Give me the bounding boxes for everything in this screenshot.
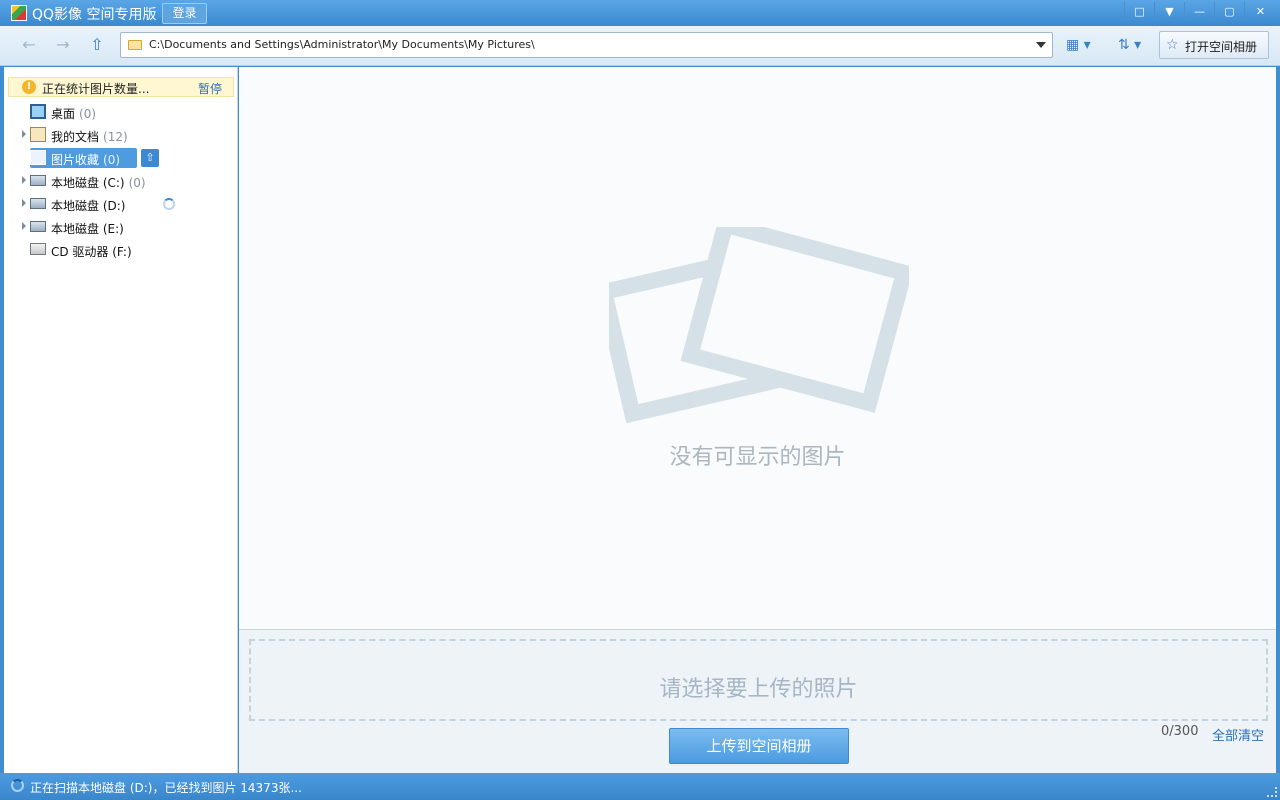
login-button[interactable]: 登录 (162, 3, 207, 24)
hard-disk-icon (30, 221, 46, 232)
chevron-down-icon[interactable] (1036, 42, 1046, 48)
toolbar: ← → ⇧ C:\Documents and Settings\Administ… (0, 26, 1280, 66)
tree-item-label: 本地磁盘 (D:) (51, 199, 126, 213)
app-window: QQ影像 空间专用版 登录 □ ▼ — ▢ ✕ ← → ⇧ C:\Documen… (0, 0, 1280, 800)
photo-view: 没有可显示的图片 (239, 67, 1276, 629)
title-bar: QQ影像 空间专用版 登录 □ ▼ — ▢ ✕ (0, 0, 1280, 26)
pause-link[interactable]: 暂停 (198, 80, 222, 97)
status-bar: 正在扫描本地磁盘 (D:)，已经找到图片 14373张... (0, 773, 1280, 800)
documents-icon (30, 127, 46, 142)
warning-icon: ! (22, 80, 36, 94)
hard-disk-icon (30, 175, 46, 186)
status-text: 正在扫描本地磁盘 (D:)，已经找到图片 14373张... (30, 781, 302, 795)
tree-item-disk-d[interactable]: 本地磁盘 (D:) (18, 194, 228, 214)
open-album-button[interactable]: ☆ 打开空间相册 (1159, 31, 1269, 59)
expand-arrow-icon[interactable] (22, 176, 26, 184)
expand-arrow-icon[interactable] (22, 199, 26, 207)
hard-disk-icon (30, 198, 46, 209)
clear-all-link[interactable]: 全部清空 (1212, 725, 1264, 744)
scanning-spinner-icon (11, 779, 24, 792)
tree-item-desktop[interactable]: 桌面 (0) (18, 102, 228, 122)
sort-icon[interactable]: ⇅ ▾ (1118, 37, 1141, 53)
resize-grip-icon[interactable] (1267, 787, 1277, 797)
tree-item-disk-c[interactable]: 本地磁盘 (C:) (0) (18, 171, 228, 191)
empty-photos-icon (609, 227, 909, 424)
dropzone-text: 请选择要上传的照片 (659, 677, 858, 702)
forward-arrow-icon[interactable]: → (53, 36, 73, 54)
tree-item-label: 我的文档 (12) (51, 130, 128, 144)
cd-drive-icon (30, 243, 46, 255)
tree-item-label: 图片收藏 (0) (51, 153, 121, 167)
tree-item-disk-e[interactable]: 本地磁盘 (E:) (18, 217, 228, 237)
upload-arrow-icon[interactable]: ⇧ (141, 149, 159, 167)
open-album-label: 打开空间相册 (1185, 40, 1258, 54)
desktop-icon (30, 104, 46, 119)
tree-item-picture-favorites[interactable]: 图片收藏 (0) ⇧ (18, 148, 228, 168)
folder-icon (128, 40, 142, 50)
tree-item-label: 本地磁盘 (E:) (51, 222, 124, 236)
address-path: C:\Documents and Settings\Administrator\… (149, 38, 535, 51)
minimize-icon[interactable]: — (1184, 2, 1214, 22)
tree-item-label: 桌面 (0) (51, 107, 97, 121)
close-icon[interactable]: ✕ (1244, 2, 1276, 22)
expand-arrow-icon[interactable] (22, 130, 26, 138)
loading-spinner-icon (163, 198, 175, 210)
empty-message: 没有可显示的图片 (669, 445, 846, 470)
upload-panel: 请选择要上传的照片 0/300 全部清空 上传到空间相册 (239, 629, 1276, 773)
tree-item-label: CD 驱动器 (F:) (51, 245, 132, 259)
upload-dropzone[interactable]: 请选择要上传的照片 (249, 639, 1268, 721)
notice-text: 正在统计图片数量... (42, 82, 150, 96)
tree-item-my-documents[interactable]: 我的文档 (12) (18, 125, 228, 145)
star-icon: ☆ (1166, 37, 1179, 53)
maximize-icon[interactable]: ▢ (1214, 2, 1244, 22)
back-arrow-icon[interactable]: ← (19, 36, 39, 54)
app-title: QQ影像 空间专用版 (32, 7, 157, 23)
tree-item-label: 本地磁盘 (C:) (0) (51, 176, 146, 190)
menu-icon[interactable]: ▼ (1154, 2, 1184, 22)
address-bar[interactable]: C:\Documents and Settings\Administrator\… (120, 32, 1053, 58)
grid-view-icon[interactable]: ▦ ▾ (1066, 37, 1091, 53)
app-logo-icon (11, 5, 27, 21)
counting-notice: ! 正在统计图片数量... 暂停 (8, 77, 234, 97)
feedback-icon[interactable]: □ (1124, 2, 1154, 22)
upload-to-album-button[interactable]: 上传到空间相册 (669, 728, 849, 764)
window-controls: □ ▼ — ▢ ✕ (1124, 2, 1276, 22)
favorites-icon (30, 150, 46, 165)
up-folder-icon[interactable]: ⇧ (87, 36, 107, 54)
upload-counter: 0/300 (1161, 724, 1199, 739)
sidebar: ! 正在统计图片数量... 暂停 桌面 (0) 我的文档 (12) 图片收藏 (0) … (4, 67, 238, 773)
expand-arrow-icon[interactable] (22, 222, 26, 230)
tree-item-cd-drive[interactable]: CD 驱动器 (F:) (18, 240, 228, 260)
